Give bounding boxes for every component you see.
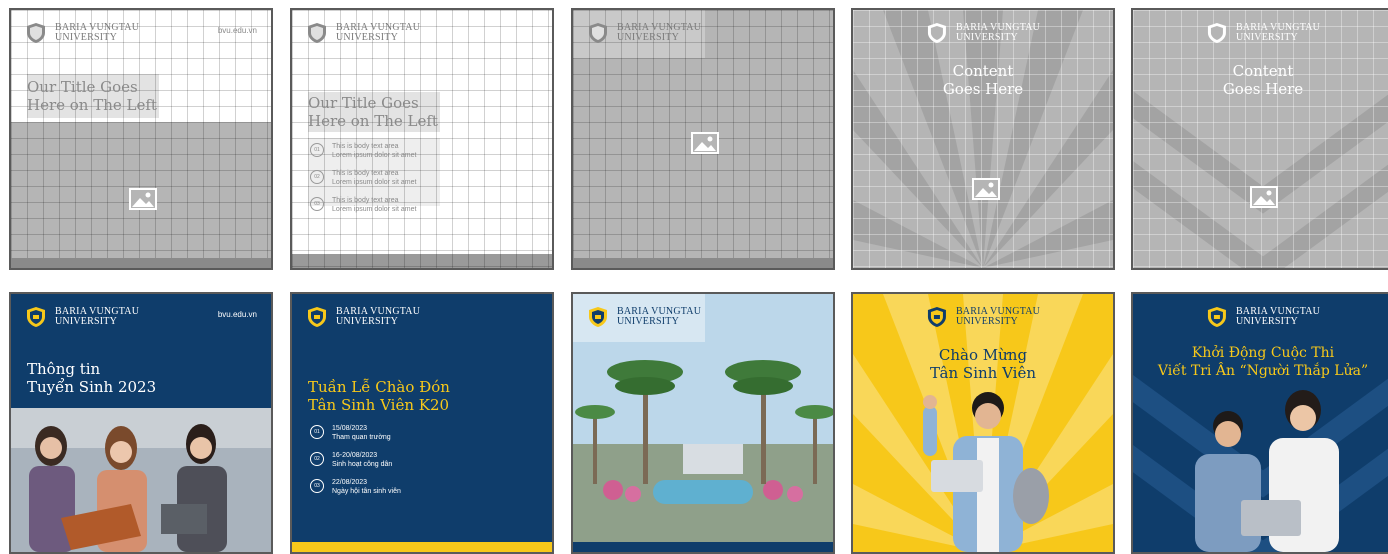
image-placeholder-icon: [972, 178, 1000, 200]
card-title: Thông tin Tuyển Sinh 2023: [27, 360, 157, 396]
logo: BARIA VUNGTAU UNIVERSITY: [1206, 306, 1320, 328]
logo: BARIA VUNGTAU UNIVERSITY: [587, 306, 701, 328]
logo: BARIA VUNGTAU UNIVERSITY: [306, 306, 420, 328]
logo: BARIA VUNGTAU UNIVERSITY: [25, 306, 139, 328]
chevron-pattern: [1133, 91, 1388, 268]
list-item: 01 15/08/2023 Tham quan trường: [310, 424, 401, 442]
example-card-campus[interactable]: BARIA VUNGTAU UNIVERSITY: [571, 292, 835, 554]
template-card-title-list[interactable]: BARIA VUNGTAU UNIVERSITY Our Title Goes He…: [290, 8, 554, 270]
logo: BARIA VUNGTAU UNIVERSITY: [587, 22, 701, 44]
shield-logo-icon: [27, 307, 45, 327]
template-card-full-image[interactable]: BARIA VUNGTAU UNIVERSITY: [571, 8, 835, 270]
card-title: Content Goes Here: [1222, 62, 1304, 98]
image-placeholder-icon: [129, 188, 157, 210]
image-placeholder-icon: [691, 132, 719, 154]
list-item: 02 This is body text area Lorem ipsum dolo…: [310, 169, 416, 187]
step-list: 01 This is body text area Lorem ipsum dolo…: [310, 142, 416, 223]
shield-logo-icon: [308, 23, 326, 43]
shield-logo-icon: [589, 23, 607, 43]
students-photo: [1195, 390, 1339, 552]
bottom-bar: [292, 542, 552, 552]
list-item: 03 22/08/2023 Ngày hội tân sinh viên: [310, 478, 401, 496]
bottom-bar: [573, 258, 833, 268]
shield-logo-icon: [589, 307, 607, 327]
logo: BARIA VUNGTAU UNIVERSITY: [25, 22, 139, 44]
logo: BARIA VUNGTAU UNIVERSITY: [926, 306, 1040, 328]
student-photo: [923, 392, 1049, 552]
shield-logo-icon: [927, 23, 946, 43]
ray-pattern: [853, 10, 1113, 268]
example-card-welcome-freshmen[interactable]: BARIA VUNGTAU UNIVERSITY Chào Mừng Tân Sin…: [851, 292, 1115, 554]
card-title: Khởi Động Cuộc Thi Viết Tri Ân “Người Thắ…: [1157, 345, 1369, 379]
shield-logo-icon: [1207, 23, 1226, 43]
students-photo: [11, 408, 271, 552]
card-title: Chào Mừng Tân Sinh Viên: [929, 346, 1036, 382]
logo: BARIA VUNGTAU UNIVERSITY: [926, 22, 1040, 44]
shield-logo-icon: [1207, 307, 1226, 327]
logo: BARIA VUNGTAU UNIVERSITY: [1206, 22, 1320, 44]
list-item: 01 This is body text area Lorem ipsum dolo…: [310, 142, 416, 160]
schedule-list: 01 15/08/2023 Tham quan trường 02 16-20/08/…: [310, 424, 401, 505]
example-card-competition[interactable]: BARIA VUNGTAU UNIVERSITY Khởi Động Cuộc T…: [1131, 292, 1388, 554]
card-title: Tuần Lễ Chào Đón Tân Sinh Viên K20: [308, 378, 450, 414]
template-card-title-left[interactable]: BARIA VUNGTAU UNIVERSITY bvu.edu.vn Our T…: [9, 8, 273, 270]
logo: BARIA VUNGTAU UNIVERSITY: [306, 22, 420, 44]
card-title: Our Title Goes Here on The Left: [308, 94, 438, 130]
bottom-bar: [573, 542, 833, 552]
list-item: 02 16-20/08/2023 Sinh hoạt công dân: [310, 451, 401, 469]
image-placeholder-icon: [1250, 186, 1278, 208]
template-card-chevrons[interactable]: BARIA VUNGTAU UNIVERSITY Content Goes Here: [1131, 8, 1388, 270]
shield-logo-icon: [308, 307, 326, 327]
card-title: Our Title Goes Here on The Left: [27, 78, 157, 114]
example-card-admissions[interactable]: BARIA VUNGTAU UNIVERSITY bvu.edu.vn Thông…: [9, 292, 273, 554]
card-title: Content Goes Here: [942, 62, 1024, 98]
shield-logo-icon: [27, 23, 45, 43]
shield-logo-icon: [927, 307, 946, 327]
website-url: bvu.edu.vn: [217, 26, 257, 35]
bottom-bar: [11, 258, 271, 268]
website-url: bvu.edu.vn: [217, 310, 257, 319]
list-item: 03 This is body text area Lorem ipsum dolo…: [310, 196, 416, 214]
campus-photo: [573, 294, 833, 552]
example-card-welcome-week[interactable]: BARIA VUNGTAU UNIVERSITY Tuần Lễ Chào Đón…: [290, 292, 554, 554]
template-card-rays[interactable]: BARIA VUNGTAU UNIVERSITY Content Goes Here: [851, 8, 1115, 270]
